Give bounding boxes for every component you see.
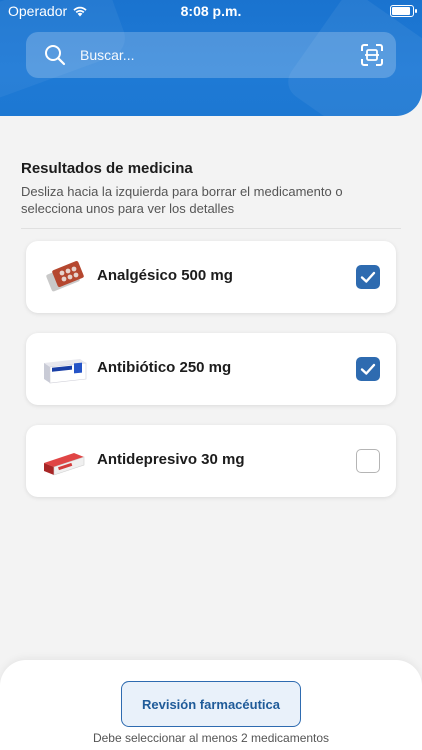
checkmark-icon: [360, 363, 376, 375]
header: Operador 8:08 p.m. Buscar...: [0, 0, 422, 116]
medicine-card[interactable]: Analgésico 500 mg: [26, 241, 396, 313]
medicine-card[interactable]: Antibiótico 250 mg: [26, 333, 396, 405]
search-icon: [45, 45, 66, 66]
checkmark-icon: [360, 271, 376, 283]
select-checkbox[interactable]: [356, 449, 380, 473]
battery-icon: [390, 5, 417, 17]
select-checkbox[interactable]: [356, 357, 380, 381]
results-title: Resultados de medicina: [21, 160, 193, 177]
select-checkbox[interactable]: [356, 265, 380, 289]
pharmaceutical-review-button[interactable]: Revisión farmacéutica: [121, 681, 301, 727]
selection-hint: Debe seleccionar al menos 2 medicamentos: [92, 731, 330, 745]
medicine-name: Analgésico 500 mg: [97, 267, 233, 284]
medicine-name: Antibiótico 250 mg: [97, 359, 232, 376]
pill-blister-icon: [46, 261, 84, 292]
medicine-box-icon: [44, 359, 87, 384]
bottom-sheet: Revisión farmacéutica Debe seleccionar a…: [0, 660, 422, 750]
status-bar: Operador 8:08 p.m.: [0, 0, 422, 24]
medicine-name: Antidepresivo 30 mg: [97, 451, 245, 468]
medicine-box-icon: [44, 453, 85, 476]
medicine-card[interactable]: Antidepresivo 30 mg: [26, 425, 396, 497]
results-subtitle: Desliza hacia la izquierda para borrar e…: [21, 184, 343, 216]
divider: [21, 228, 401, 229]
search-bar[interactable]: Buscar...: [26, 32, 396, 78]
status-time: 8:08 p.m.: [180, 3, 242, 19]
barcode-scan-icon[interactable]: [360, 43, 384, 67]
search-input[interactable]: Buscar...: [80, 47, 134, 63]
